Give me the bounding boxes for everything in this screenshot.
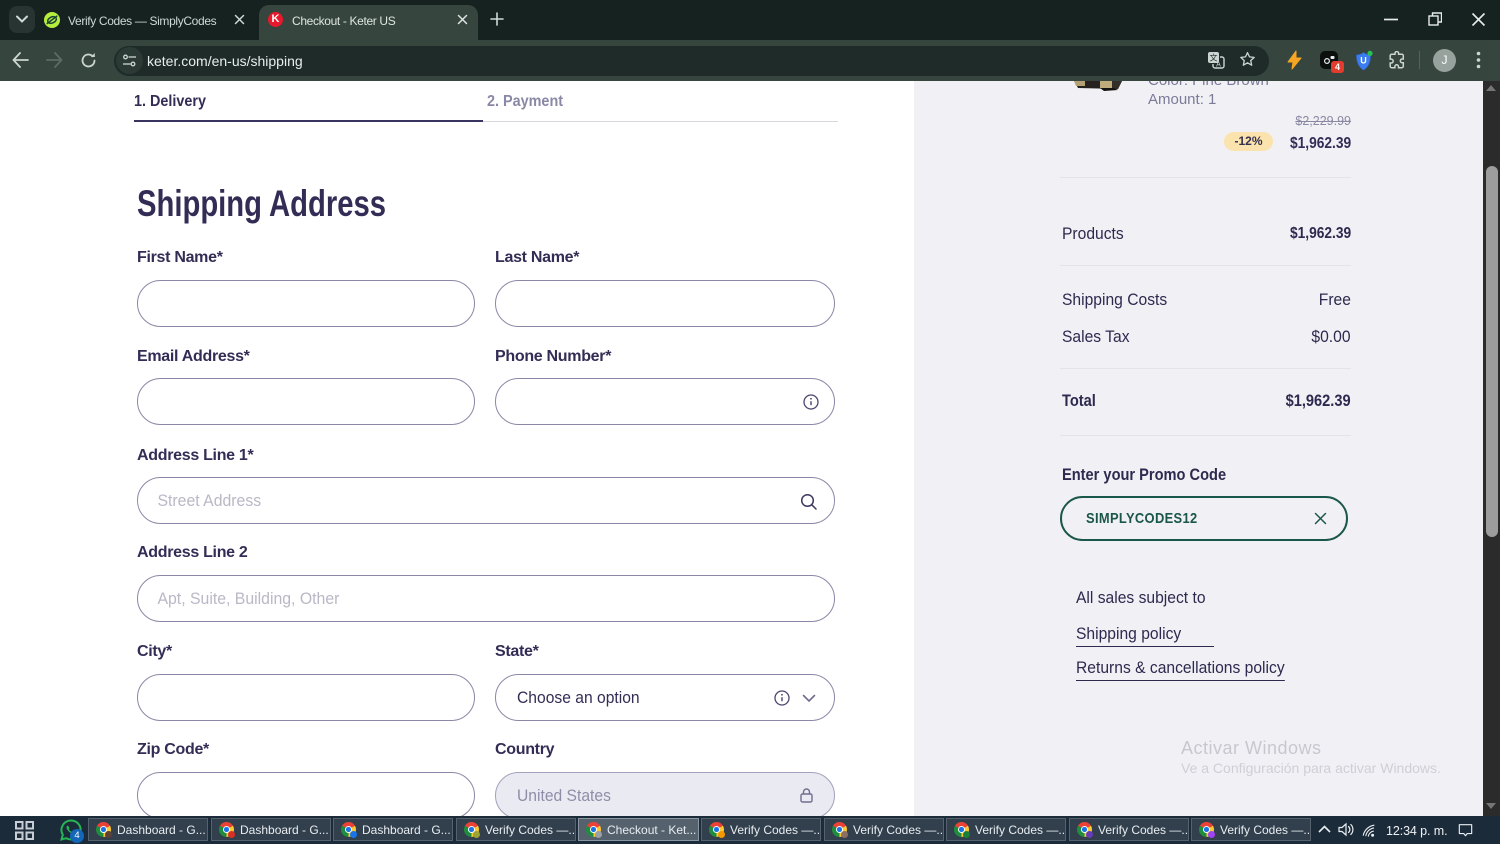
svg-text:A: A [1216, 62, 1221, 69]
svg-text:U: U [1360, 56, 1367, 66]
